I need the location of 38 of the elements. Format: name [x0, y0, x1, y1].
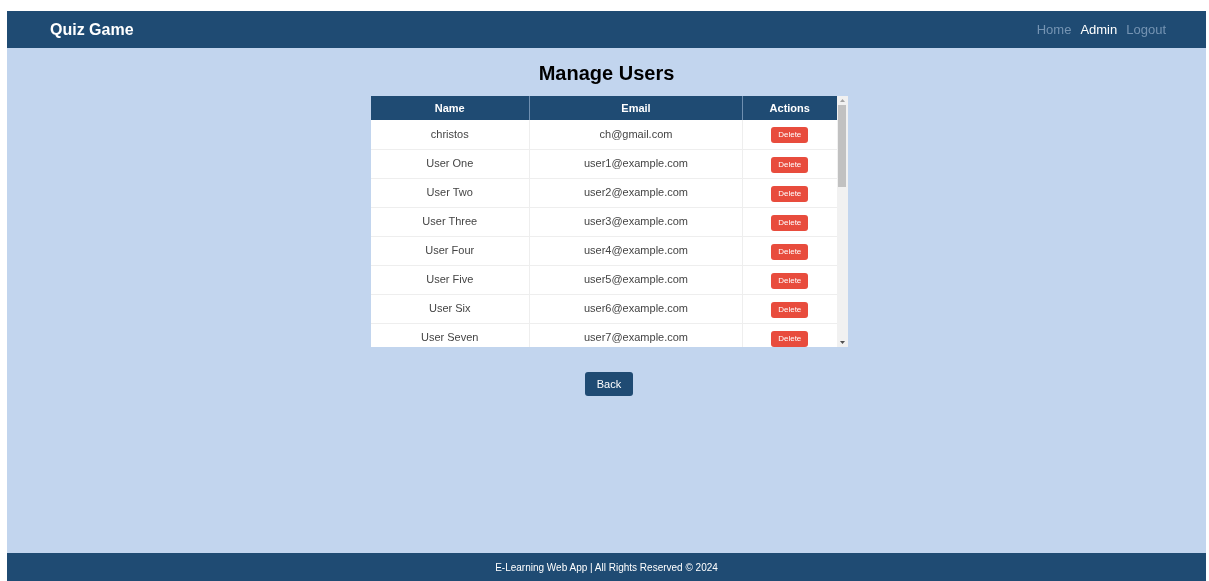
- scroll-up-icon[interactable]: [839, 99, 845, 102]
- delete-button[interactable]: Delete: [771, 272, 809, 289]
- nav-link[interactable]: Home: [1036, 19, 1072, 40]
- delete-button[interactable]: Delete: [771, 156, 809, 173]
- column-header: Email: [529, 96, 743, 120]
- table-cell: christos: [370, 120, 530, 149]
- scrollbar[interactable]: [836, 96, 848, 347]
- column-header: Name: [370, 96, 530, 120]
- column-header: Actions: [742, 96, 837, 120]
- delete-button[interactable]: Delete: [771, 301, 809, 318]
- delete-button[interactable]: Delete: [771, 214, 809, 231]
- nav-link[interactable]: Admin: [1080, 19, 1118, 40]
- table-cell: user7@example.com: [529, 323, 743, 347]
- delete-button[interactable]: Delete: [771, 127, 809, 144]
- table-cell: User Seven: [370, 323, 530, 347]
- table-cell: user2@example.com: [529, 178, 743, 207]
- table-cell: User Six: [370, 294, 530, 323]
- table-cell: User Five: [370, 265, 530, 294]
- nav-link[interactable]: Logout: [1126, 19, 1166, 40]
- table-cell: User Three: [370, 207, 530, 236]
- scroll-down-icon[interactable]: [839, 341, 845, 344]
- table-cell: ch@gmail.com: [529, 120, 743, 149]
- table-cell: user4@example.com: [529, 236, 743, 265]
- delete-button[interactable]: Delete: [771, 243, 809, 260]
- footer: E-Learning Web App | All Rights Reserved © 2024: [7, 553, 1206, 581]
- table-cell: user5@example.com: [529, 265, 743, 294]
- table-cell: User Two: [370, 178, 530, 207]
- table-cell: User Four: [370, 236, 530, 265]
- page-title: Manage Users: [538, 61, 675, 85]
- delete-button[interactable]: Delete: [771, 185, 809, 202]
- back-button[interactable]: Back: [585, 372, 633, 396]
- brand-title[interactable]: Quiz Game: [50, 17, 134, 42]
- table-cell: user1@example.com: [529, 149, 743, 178]
- delete-button[interactable]: Delete: [771, 330, 809, 347]
- table-cell: user3@example.com: [529, 207, 743, 236]
- table-cell: User One: [370, 149, 530, 178]
- table-cell: user6@example.com: [529, 294, 743, 323]
- scrollbar-thumb[interactable]: [838, 105, 846, 187]
